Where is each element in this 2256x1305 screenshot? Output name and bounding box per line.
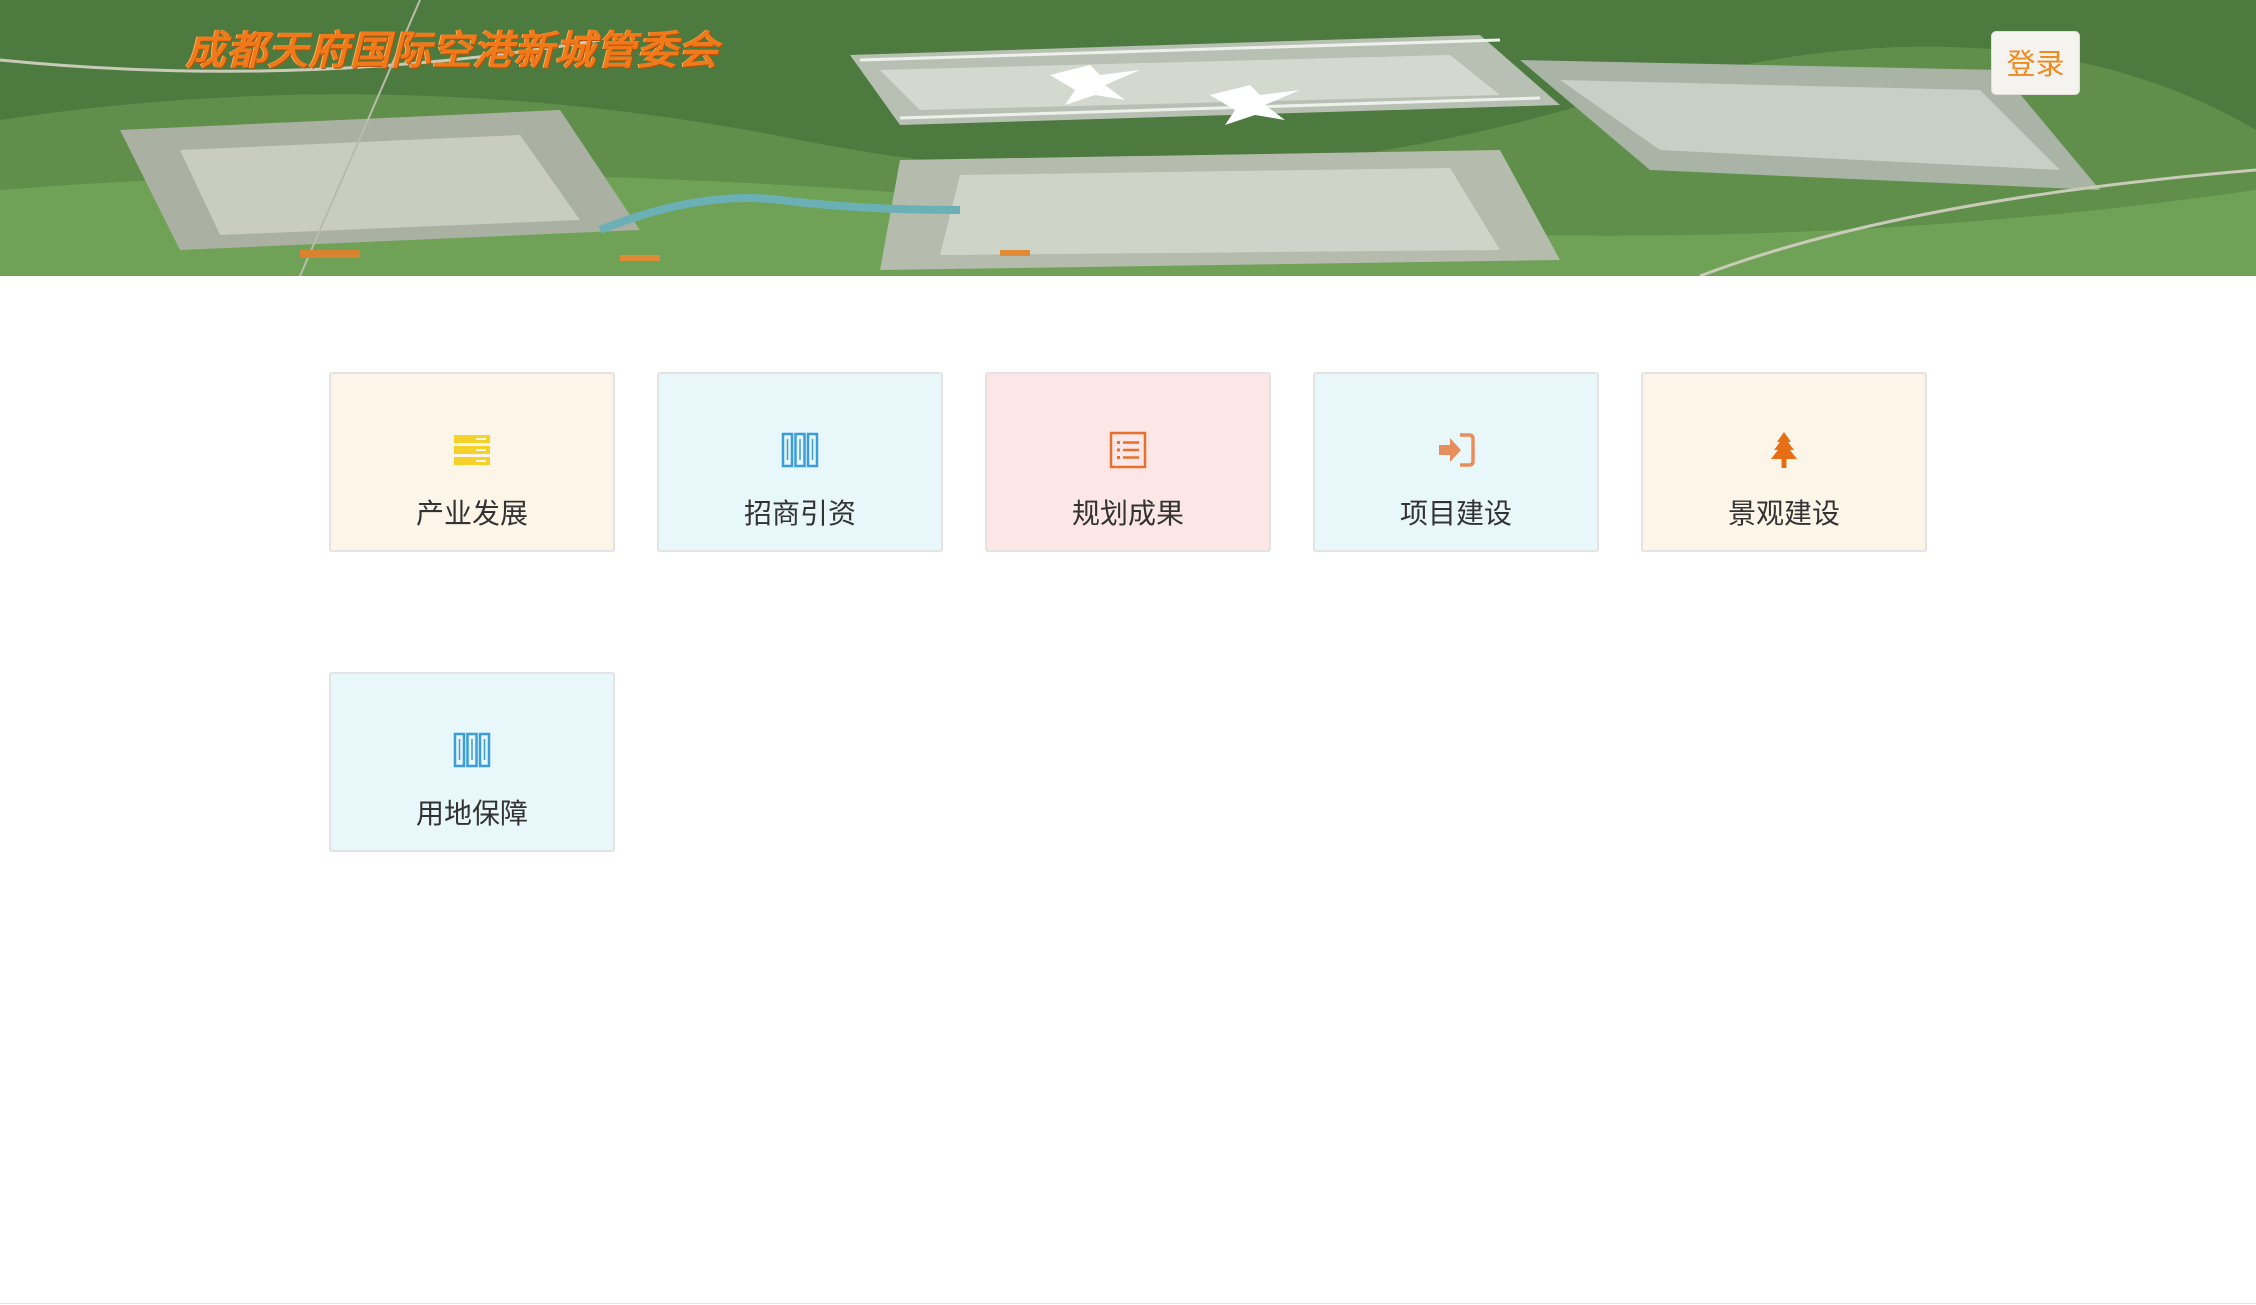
tile-planning-results[interactable]: 规划成果 bbox=[985, 372, 1271, 552]
books-icon bbox=[453, 732, 491, 768]
books-icon bbox=[781, 432, 819, 468]
list-icon bbox=[1109, 431, 1147, 469]
tile-industry-development[interactable]: 产业发展 bbox=[329, 372, 615, 552]
tile-landscape-construction[interactable]: 景观建设 bbox=[1641, 372, 1927, 552]
tile-label: 招商引资 bbox=[743, 497, 856, 530]
header-banner: 成都天府国际空港新城管委会 登录 bbox=[0, 0, 2256, 276]
tile-label: 规划成果 bbox=[1071, 497, 1184, 530]
tile-label: 项目建设 bbox=[1399, 497, 1512, 530]
tile-land-guarantee[interactable]: 用地保障 bbox=[329, 672, 615, 852]
tile-project-construction[interactable]: 项目建设 bbox=[1313, 372, 1599, 552]
tile-label: 用地保障 bbox=[415, 797, 528, 830]
server-stack-icon bbox=[454, 435, 490, 465]
site-title: 成都天府国际空港新城管委会 bbox=[186, 28, 719, 74]
sign-in-icon bbox=[1439, 433, 1475, 467]
tree-icon bbox=[1771, 432, 1797, 468]
tile-investment-promotion[interactable]: 招商引资 bbox=[657, 372, 943, 552]
tile-label: 景观建设 bbox=[1727, 497, 1840, 530]
tile-label: 产业发展 bbox=[415, 497, 528, 530]
footer-divider bbox=[0, 1303, 2256, 1304]
login-button[interactable]: 登录 bbox=[1991, 31, 2080, 95]
